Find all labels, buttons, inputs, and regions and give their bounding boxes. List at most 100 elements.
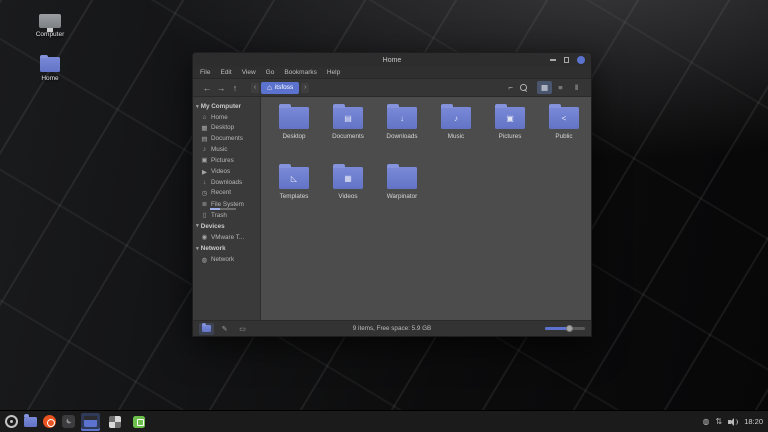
chevron-down-icon: ▾ (196, 104, 199, 110)
sidebar-item-network[interactable]: ◍ Network (193, 254, 260, 265)
sidebar-item-file-system[interactable]: ≣ File System (193, 199, 260, 210)
network-icon[interactable]: ⇅ (716, 418, 723, 426)
forward-button[interactable]: → (214, 83, 228, 93)
chevron-down-icon: ▾ (196, 246, 199, 252)
green-app-icon (133, 416, 145, 428)
folder-music[interactable]: ♪ Music (429, 103, 483, 163)
sidebar-item-label: VMware T... (211, 234, 244, 241)
folder-icon: ▤ (333, 107, 363, 129)
folder-label: Music (448, 133, 464, 140)
downloads-icon: ↓ (201, 179, 208, 186)
back-button[interactable]: ← (200, 83, 214, 93)
search-icon[interactable] (520, 84, 527, 91)
minimize-button[interactable] (550, 59, 556, 61)
menu-button[interactable] (5, 415, 18, 428)
sidebar-item-downloads[interactable]: ↓ Downloads (193, 177, 260, 187)
folder-emblem (279, 107, 309, 129)
sidebar-section-label: My Computer (201, 103, 241, 110)
music-emblem-icon: ♪ (441, 107, 471, 129)
desktop-icon-home[interactable]: Home (24, 52, 76, 82)
window-button-screenshot[interactable] (106, 413, 124, 431)
drive-icon: ≣ (201, 200, 208, 208)
folder-icon: ▦ (333, 167, 363, 189)
sidebar-item-music[interactable]: ♪ Music (193, 145, 260, 155)
app-launcher[interactable] (62, 415, 75, 428)
folder-label: Warpinator (387, 193, 418, 200)
menu-help[interactable]: Help (327, 69, 340, 76)
menu-file[interactable]: File (200, 69, 210, 76)
disc-icon: ◉ (201, 233, 208, 241)
volume-icon[interactable] (728, 417, 738, 426)
sidebar-item-pictures[interactable]: ▣ Pictures (193, 155, 260, 166)
window-button-green-app[interactable] (130, 413, 148, 431)
globe-icon: ◍ (201, 256, 208, 264)
documents-icon: ▤ (201, 135, 208, 143)
open-terminal-icon[interactable]: ⌐ (508, 83, 513, 92)
compact-view-button[interactable]: ‖ (569, 81, 584, 94)
folder-label: Documents (332, 133, 364, 140)
files-launcher[interactable] (24, 417, 37, 427)
taskbar: ◍ ⇅ 18:20 (0, 410, 768, 432)
folder-label: Public (555, 133, 572, 140)
sidebar-section-network[interactable]: ▾ Network (193, 243, 260, 254)
menu-bookmarks[interactable]: Bookmarks (284, 69, 317, 76)
sidebar-item-label: File System (211, 201, 244, 208)
toolbar: ← → ↑ ‹ ⌂ itsfoss › ⌐ ▦ ≡ ‖ (193, 79, 591, 97)
sidebar-section-label: Devices (201, 223, 225, 230)
sidebar-item-videos[interactable]: ▶ Videos (193, 166, 260, 177)
folder-pictures[interactable]: ▣ Pictures (483, 103, 537, 163)
sidebar-item-label: Recent (211, 189, 231, 196)
breadcrumb-current-button[interactable]: ⌂ itsfoss (261, 82, 299, 94)
clock[interactable]: 18:20 (744, 417, 763, 426)
folder-icon: ◺ (279, 167, 309, 189)
desktop-icon-computer[interactable]: Computer (24, 8, 76, 38)
screenshot-app-icon (109, 416, 121, 428)
up-button[interactable]: ↑ (228, 83, 242, 93)
home-icon: ⌂ (201, 114, 208, 121)
sidebar-item-home[interactable]: ⌂ Home (193, 112, 260, 122)
menu-view[interactable]: View (242, 69, 256, 76)
sidebar-item-trash[interactable]: ▯ Trash (193, 210, 260, 221)
folder-label: Videos (338, 193, 357, 200)
view-toggle-group: ▦ ≡ ‖ (537, 81, 584, 94)
folder-label: Pictures (499, 133, 522, 140)
sidebar-item-recent[interactable]: ◷ Recent (193, 187, 260, 198)
zoom-slider-handle[interactable] (566, 325, 573, 332)
close-button[interactable] (577, 56, 585, 64)
chevron-down-icon: ▾ (196, 223, 199, 229)
folder-icon (279, 107, 309, 129)
sidebar-item-desktop[interactable]: ▦ Desktop (193, 122, 260, 133)
folder-templates[interactable]: ◺ Templates (267, 163, 321, 223)
grid-view-button[interactable]: ▦ (537, 81, 552, 94)
update-manager-icon[interactable]: ◍ (703, 418, 710, 426)
window-button-file-manager[interactable] (81, 413, 100, 431)
sidebar-item-vmware[interactable]: ◉ VMware T... (193, 232, 260, 243)
list-view-button[interactable]: ≡ (553, 81, 568, 94)
menu-edit[interactable]: Edit (220, 69, 231, 76)
sidebar-section-my-computer[interactable]: ▾ My Computer (193, 101, 260, 112)
folder-public[interactable]: < Public (537, 103, 591, 163)
folder-warpinator[interactable]: Warpinator (375, 163, 429, 223)
maximize-button[interactable] (564, 57, 570, 63)
zoom-slider[interactable] (545, 327, 585, 330)
window-title: Home (383, 57, 402, 64)
folder-emblem (387, 167, 417, 189)
folder-videos[interactable]: ▦ Videos (321, 163, 375, 223)
breadcrumb-next-button[interactable]: › (300, 82, 310, 94)
folder-documents[interactable]: ▤ Documents (321, 103, 375, 163)
menu-go[interactable]: Go (266, 69, 275, 76)
titlebar[interactable]: Home (193, 53, 591, 67)
sidebar-item-documents[interactable]: ▤ Documents (193, 133, 260, 144)
home-icon: ⌂ (267, 84, 272, 92)
folder-icon: ♪ (441, 107, 471, 129)
statusbar: ✎ ▭ 9 items, Free space: 5.9 GB (193, 320, 591, 336)
folder-desktop[interactable]: Desktop (267, 103, 321, 163)
sidebar-item-label: Videos (211, 168, 230, 175)
breadcrumb-current-label: itsfoss (275, 84, 293, 91)
ubuntu-launcher[interactable] (43, 415, 56, 428)
sidebar-section-devices[interactable]: ▾ Devices (193, 221, 260, 232)
breadcrumb-prev-button[interactable]: ‹ (250, 82, 260, 94)
file-list: Desktop ▤ Documents ↓ Downloads ♪ Music … (261, 97, 591, 320)
folder-downloads[interactable]: ↓ Downloads (375, 103, 429, 163)
sidebar-item-label: Downloads (211, 179, 242, 186)
